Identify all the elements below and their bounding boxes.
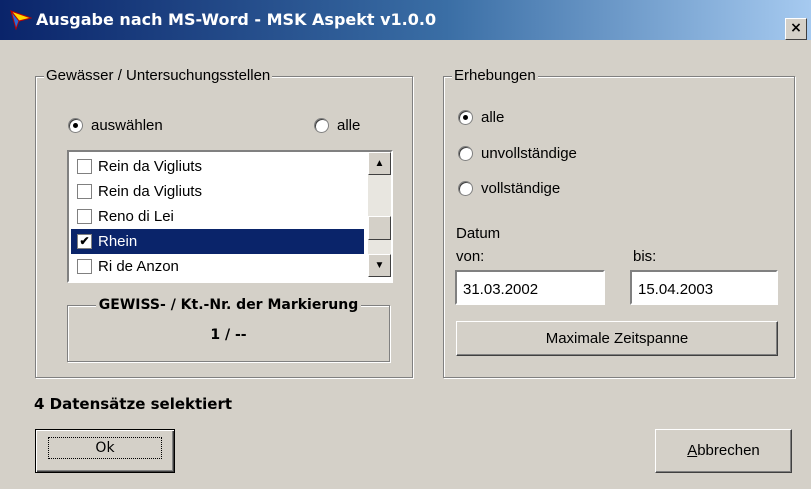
radio-select-label: auswählen	[91, 117, 163, 134]
date-to-field[interactable]: 15.04.2003	[630, 270, 778, 305]
list-item-label: Reno di Lei	[98, 208, 174, 225]
marker-legend-text: GEWISS- / Kt.-Nr. der Markierung	[95, 297, 362, 313]
ok-button-label: Ok	[48, 437, 162, 459]
radio-all-gewaesser[interactable]: alle	[314, 117, 360, 134]
app-icon	[10, 10, 32, 30]
erhebungen-legend: Erhebungen	[452, 67, 538, 84]
radio-incomplete-dot[interactable]	[458, 146, 473, 161]
date-from-field[interactable]: 31.03.2002	[455, 270, 605, 305]
scroll-thumb[interactable]	[368, 216, 391, 240]
marker-value: 1 / --	[210, 327, 247, 343]
list-item-checkbox-checked[interactable]: ✔	[77, 234, 92, 249]
radio-incomplete[interactable]: unvollständige	[458, 145, 577, 162]
radio-complete-label: vollständige	[481, 180, 561, 197]
list-item[interactable]: Ri de Anzon	[71, 254, 364, 279]
list-item-checkbox[interactable]	[77, 209, 92, 224]
list-item[interactable]: Reno di Lei	[71, 204, 364, 229]
window-title: Ausgabe nach MS-Word - MSK Aspekt v1.0.0	[36, 10, 437, 29]
date-label: Datum	[456, 225, 501, 242]
cancel-button-label: Abbrechen	[687, 442, 760, 459]
list-item-label: Rhein	[98, 233, 138, 250]
list-item-checkbox[interactable]	[77, 159, 92, 174]
list-item-label: Rein da Vigliuts	[98, 158, 202, 175]
scroll-up-button[interactable]: ▲	[368, 152, 391, 175]
list-item[interactable]: Rein da Vigliuts	[71, 154, 364, 179]
list-item-checkbox[interactable]	[77, 259, 92, 274]
gewaesser-legend: Gewässer / Untersuchungsstellen	[44, 67, 273, 84]
marker-legend: GEWISS- / Kt.-Nr. der Markierung	[68, 296, 389, 313]
radio-all-label: alle	[337, 117, 361, 134]
list-item-checkbox[interactable]	[77, 184, 92, 199]
list-item-label: Ri de Anzon	[98, 258, 179, 275]
title-bar[interactable]: Ausgabe nach MS-Word - MSK Aspekt v1.0.0…	[0, 0, 811, 40]
radio-all-dot[interactable]	[458, 110, 473, 125]
cancel-button[interactable]: Abbrechen	[655, 429, 792, 473]
from-label: von:	[456, 248, 485, 265]
list-item[interactable]: Rein da Vigliuts	[71, 179, 364, 204]
list-item-selected[interactable]: ✔ Rhein	[71, 229, 364, 254]
close-button[interactable]: ×	[785, 18, 807, 40]
dialog-window: Ausgabe nach MS-Word - MSK Aspekt v1.0.0…	[0, 0, 811, 489]
waters-listbox[interactable]: Rein da Vigliuts Rein da Vigliuts Reno d…	[67, 150, 393, 283]
list-scrollbar[interactable]: ▲ ▼	[368, 152, 391, 277]
radio-incomplete-label: unvollständige	[481, 145, 577, 162]
radio-complete[interactable]: vollständige	[458, 180, 560, 197]
radio-all-erhebungen[interactable]: alle	[458, 109, 504, 126]
ok-button[interactable]: Ok	[35, 429, 175, 473]
radio-select-dot[interactable]	[68, 118, 83, 133]
scroll-down-button[interactable]: ▼	[368, 254, 391, 277]
list-item-label: Rein da Vigliuts	[98, 183, 202, 200]
radio-all-dot[interactable]	[314, 118, 329, 133]
radio-select-gewaesser[interactable]: auswählen	[68, 117, 163, 134]
selection-status: 4 Datensätze selektiert	[34, 395, 233, 413]
max-timespan-button[interactable]: Maximale Zeitspanne	[456, 321, 778, 356]
radio-complete-dot[interactable]	[458, 181, 473, 196]
marker-box: GEWISS- / Kt.-Nr. der Markierung 1 / --	[67, 297, 390, 362]
to-label: bis:	[633, 248, 657, 265]
radio-all-label: alle	[481, 109, 505, 126]
